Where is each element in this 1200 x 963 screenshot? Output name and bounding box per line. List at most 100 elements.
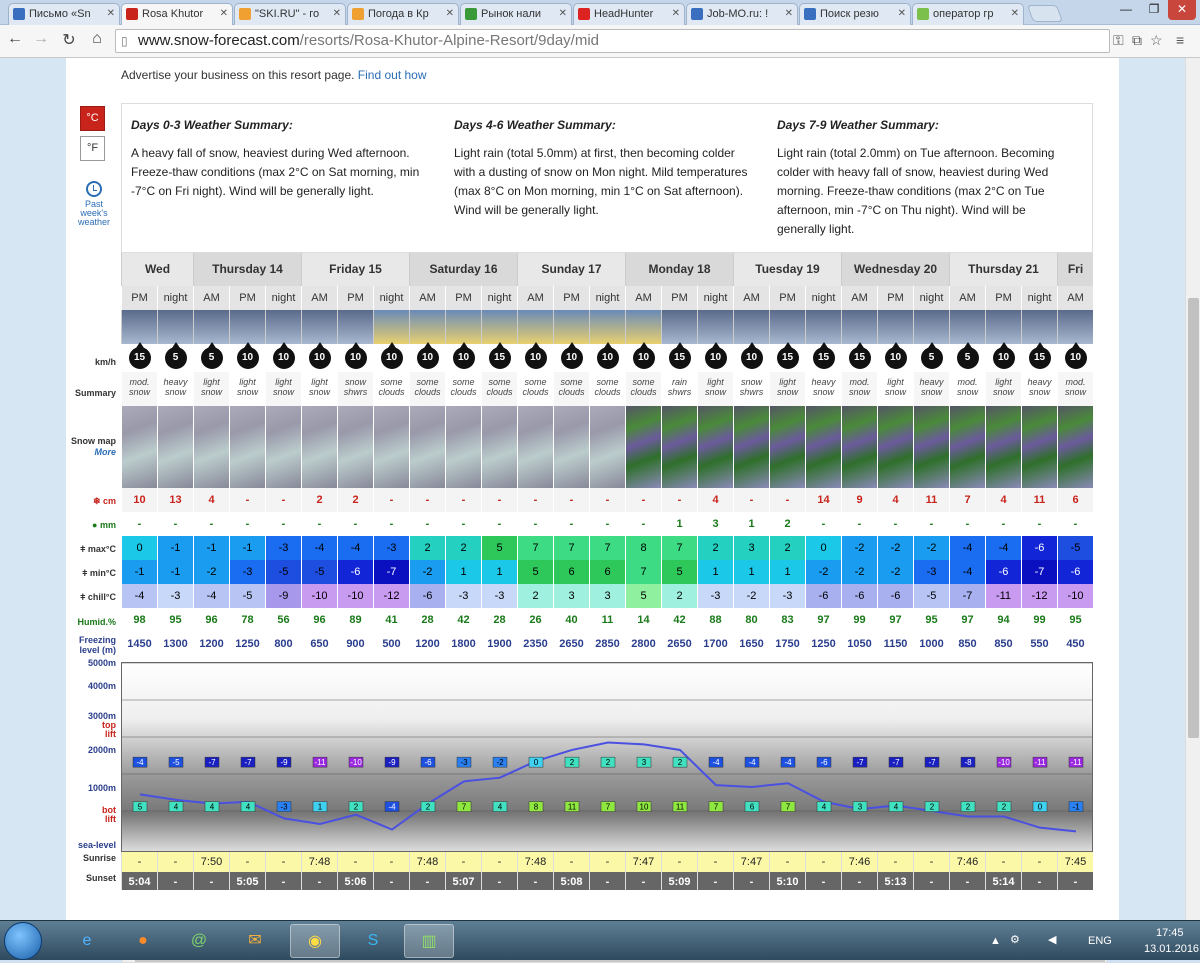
tab-favicon — [465, 8, 477, 20]
tab-close-icon[interactable]: ✕ — [1011, 4, 1019, 24]
sunset-cell: - — [949, 872, 985, 890]
snow-map-thumb[interactable] — [337, 406, 373, 488]
snow-map-thumb[interactable] — [697, 406, 733, 488]
snow-map-thumb[interactable] — [985, 406, 1021, 488]
tab-close-icon[interactable]: ✕ — [559, 4, 567, 24]
translate-icon[interactable]: ⧉ — [1132, 32, 1142, 49]
chill-cell: -9 — [265, 584, 301, 608]
maximize-button[interactable]: ❐ — [1140, 0, 1168, 20]
browser-tab[interactable]: Письмо «Sn ✕ — [8, 3, 120, 25]
forward-icon[interactable]: → — [30, 30, 52, 48]
snow-cm-cell: - — [769, 488, 805, 512]
snow-map-thumb[interactable] — [121, 406, 157, 488]
menu-icon[interactable]: ≡ — [1176, 32, 1184, 48]
tab-close-icon[interactable]: ✕ — [446, 4, 454, 24]
period-label: AM — [733, 286, 769, 310]
star-icon[interactable]: ☆ — [1150, 32, 1163, 49]
snow-map-thumb[interactable] — [805, 406, 841, 488]
sunrise-cell: - — [373, 852, 409, 872]
snow-map-thumb[interactable] — [373, 406, 409, 488]
minimize-button[interactable]: — — [1112, 0, 1140, 20]
chart-app-icon[interactable]: ▥ — [404, 924, 454, 958]
humidity-cell: 95 — [1057, 608, 1093, 632]
tab-title: оператор гр — [933, 8, 994, 20]
tray-network-icon[interactable]: ⚙ — [1010, 933, 1020, 946]
snow-map-thumb[interactable] — [445, 406, 481, 488]
snow-map-thumb[interactable] — [301, 406, 337, 488]
sunset-cell: - — [733, 872, 769, 890]
mail-icon[interactable]: @ — [174, 924, 224, 958]
humidity-cell: 11 — [589, 608, 625, 632]
snow-map-thumb[interactable] — [877, 406, 913, 488]
past-weather-link[interactable]: Past week's weather — [70, 181, 118, 227]
snow-map-thumb[interactable] — [265, 406, 301, 488]
scroll-thumb[interactable] — [1188, 298, 1199, 738]
address-bar[interactable]: ▯ www.snow-forecast.com/resorts/Rosa-Khu… — [115, 29, 1110, 53]
snow-map-thumb[interactable] — [553, 406, 589, 488]
snow-map-thumb[interactable] — [949, 406, 985, 488]
browser-tab[interactable]: Job-MO.ru: ! ✕ — [686, 3, 798, 25]
firefox-icon[interactable]: ● — [118, 924, 168, 958]
snow-map-thumb[interactable] — [733, 406, 769, 488]
humidity-cell: 96 — [301, 608, 337, 632]
key-icon[interactable]: ⚿ — [1113, 32, 1124, 49]
tray-arrow-icon[interactable]: ▲ — [990, 935, 1001, 947]
browser-tab[interactable]: Rosa Khutor ✕ — [121, 3, 233, 25]
browser-tab[interactable]: Погода в Кр ✕ — [347, 3, 459, 25]
fahrenheit-button[interactable]: °F — [80, 136, 105, 161]
summary-col-3: Days 7-9 Weather Summary: Light rain (tot… — [777, 116, 1077, 239]
snow-map-thumb[interactable] — [481, 406, 517, 488]
chrome-icon[interactable]: ◉ — [290, 924, 340, 958]
browser-tab[interactable]: "SKI.RU" - го ✕ — [234, 3, 346, 25]
sunset-cell: - — [841, 872, 877, 890]
wind-arrow-icon: 10 — [452, 342, 475, 369]
snow-map-thumb[interactable] — [841, 406, 877, 488]
celsius-button[interactable]: °C — [80, 106, 105, 131]
back-icon[interactable]: ← — [4, 30, 26, 48]
tab-close-icon[interactable]: ✕ — [107, 4, 115, 24]
browser-tab[interactable]: Рынок нали ✕ — [460, 3, 572, 25]
wind-cell: 15 — [805, 342, 841, 372]
snow-map-thumb[interactable] — [625, 406, 661, 488]
home-icon[interactable]: ⌂ — [86, 30, 108, 48]
snow-map-thumb[interactable] — [1057, 406, 1093, 488]
snow-map-thumb[interactable] — [517, 406, 553, 488]
language-indicator[interactable]: ENG — [1088, 935, 1112, 947]
tab-close-icon[interactable]: ✕ — [898, 4, 906, 24]
period-label: night — [1021, 286, 1057, 310]
snow-map-thumb[interactable] — [589, 406, 625, 488]
snow-map-thumb[interactable] — [409, 406, 445, 488]
chill-cell: -3 — [445, 584, 481, 608]
snow-map-thumb[interactable] — [193, 406, 229, 488]
snow-map-thumb[interactable] — [661, 406, 697, 488]
browser-tab[interactable]: HeadHunter ✕ — [573, 3, 685, 25]
tab-close-icon[interactable]: ✕ — [785, 4, 793, 24]
summary-cell: some clouds — [409, 372, 445, 406]
vertical-scrollbar[interactable] — [1185, 58, 1200, 920]
browser-tab[interactable]: Поиск резю ✕ — [799, 3, 911, 25]
tray-volume-icon[interactable]: ◀ — [1048, 933, 1056, 946]
snowmap-more-link[interactable]: More — [66, 447, 120, 457]
skype-icon[interactable]: S — [348, 924, 398, 958]
browser-tab[interactable]: оператор гр ✕ — [912, 3, 1024, 25]
max-temp-cell: 2 — [697, 536, 733, 560]
clock-time[interactable]: 17:45 — [1156, 927, 1184, 939]
close-window-button[interactable]: ✕ — [1168, 0, 1196, 20]
tab-close-icon[interactable]: ✕ — [333, 4, 341, 24]
snow-map-thumb[interactable] — [913, 406, 949, 488]
advert-link[interactable]: Find out how — [358, 68, 427, 82]
outlook-icon[interactable]: ✉ — [230, 924, 280, 958]
rain-mm-cell: - — [157, 512, 193, 536]
snow-map-thumb[interactable] — [769, 406, 805, 488]
snow-map-thumb[interactable] — [229, 406, 265, 488]
new-tab-button[interactable] — [1026, 5, 1064, 22]
ie-icon[interactable]: e — [62, 924, 112, 958]
elev-1000: 1000m — [87, 783, 116, 793]
snow-map-thumb[interactable] — [1021, 406, 1057, 488]
tab-close-icon[interactable]: ✕ — [220, 4, 228, 24]
tab-close-icon[interactable]: ✕ — [672, 4, 680, 24]
snow-map-thumb[interactable] — [157, 406, 193, 488]
reload-icon[interactable]: ↻ — [58, 30, 80, 50]
clock-date[interactable]: 13.01.2016 — [1144, 943, 1199, 955]
start-button[interactable] — [4, 922, 42, 960]
